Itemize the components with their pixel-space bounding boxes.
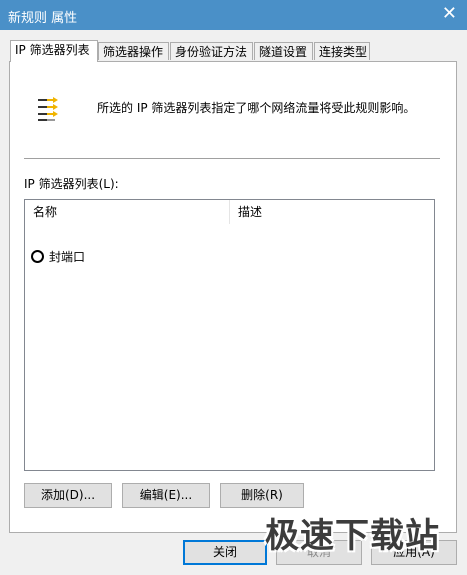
title-bar: 新规则 属性 ✕ <box>0 0 467 30</box>
list-item[interactable]: 封端口 <box>31 248 85 266</box>
rule-description: 所选的 IP 筛选器列表指定了哪个网络流量将受此规则影响。 <box>97 101 416 115</box>
tab-tunnel-settings[interactable]: 隧道设置 <box>254 42 313 60</box>
watermark: 极速下载站 <box>265 516 440 556</box>
close-button[interactable]: 关闭 <box>183 540 267 565</box>
tab-filter-action[interactable]: 筛选器操作 <box>98 42 169 60</box>
add-button[interactable]: 添加(D)... <box>24 483 112 508</box>
column-header-name[interactable]: 名称 <box>25 200 230 224</box>
list-header: 名称 描述 <box>25 200 434 224</box>
filter-list-icon <box>38 97 58 121</box>
ip-filter-listview[interactable]: 名称 描述 封端口 <box>24 199 435 471</box>
window-title: 新规则 属性 <box>8 11 78 26</box>
column-header-description[interactable]: 描述 <box>230 200 430 224</box>
radio-icon[interactable] <box>31 250 44 263</box>
list-item-name: 封端口 <box>49 250 86 264</box>
ip-filter-list-label: IP 筛选器列表(L): <box>24 177 119 191</box>
tab-connection-type[interactable]: 连接类型 <box>314 42 370 60</box>
delete-button[interactable]: 删除(R) <box>220 483 304 508</box>
edit-button[interactable]: 编辑(E)... <box>122 483 210 508</box>
close-icon[interactable]: ✕ <box>442 4 457 24</box>
tab-authentication-methods[interactable]: 身份验证方法 <box>170 42 253 60</box>
tab-ip-filter-list[interactable]: IP 筛选器列表 <box>10 40 98 62</box>
separator <box>24 158 440 159</box>
